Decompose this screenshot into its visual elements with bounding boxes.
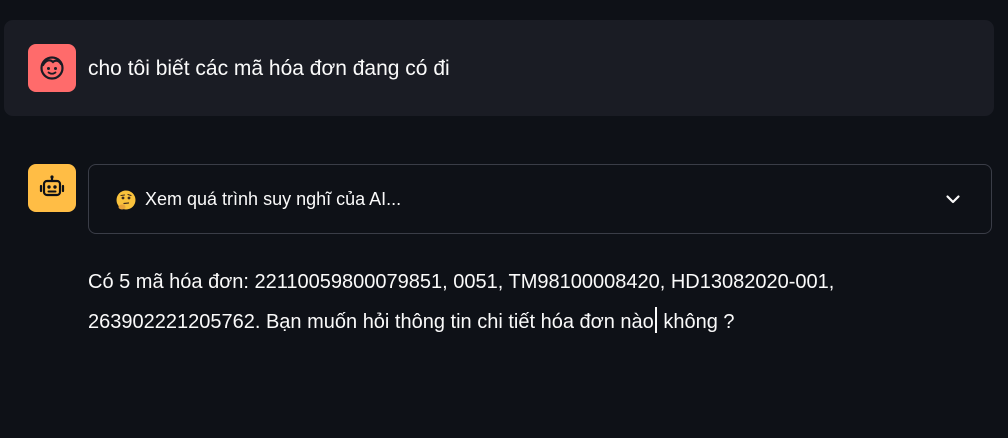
user-message-text: cho tôi biết các mã hóa đơn đang có đi — [88, 57, 450, 80]
user-avatar — [28, 44, 76, 92]
assistant-avatar — [28, 164, 76, 212]
chevron-down-icon[interactable] — [943, 189, 963, 209]
thinking-face-icon — [116, 190, 136, 210]
chat-page: cho tôi biết các mã hóa đơn đang có đi X… — [0, 0, 1008, 438]
text-cursor — [654, 307, 657, 333]
user-message: cho tôi biết các mã hóa đơn đang có đi — [4, 20, 994, 116]
robot-icon — [39, 175, 65, 197]
thinking-expander[interactable]: Xem quá trình suy nghĩ của AI... — [88, 164, 992, 234]
expander-label: Xem quá trình suy nghĩ của AI... — [145, 189, 402, 209]
user-face-icon — [40, 56, 64, 80]
answer-text-tail: không ? — [657, 311, 735, 333]
assistant-answer: Có 5 mã hóa đơn: 22110059800079851, 0051… — [88, 262, 968, 342]
